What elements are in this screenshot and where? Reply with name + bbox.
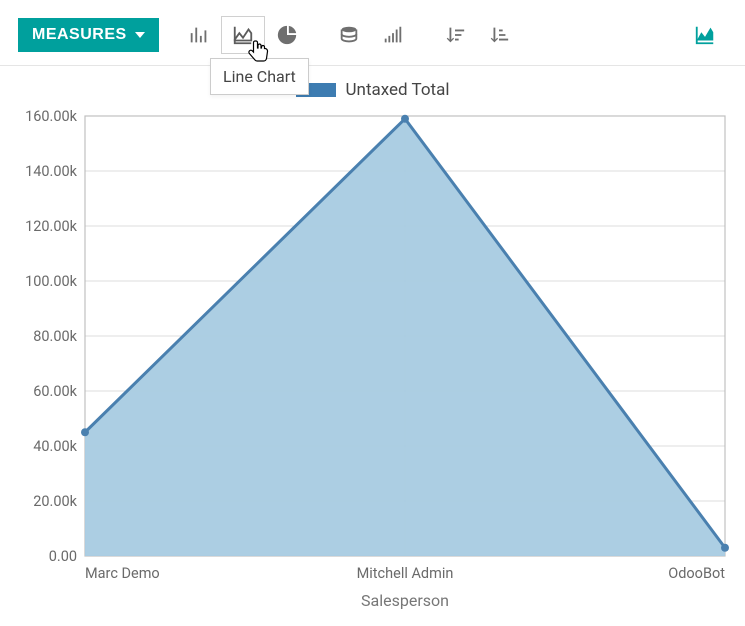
sort-asc-button[interactable] [477, 16, 521, 54]
line-chart-icon [232, 24, 254, 46]
svg-text:160.00k: 160.00k [25, 108, 78, 125]
sort-group [433, 16, 521, 54]
svg-text:120.00k: 120.00k [25, 218, 78, 235]
svg-text:0.00: 0.00 [49, 548, 77, 565]
bar-chart-icon [188, 24, 210, 46]
svg-text:Mitchell Admin: Mitchell Admin [357, 565, 454, 582]
measures-button[interactable]: MEASURES [18, 18, 159, 52]
signal-button[interactable] [371, 16, 415, 54]
sort-asc-icon [488, 24, 510, 46]
sort-desc-button[interactable] [433, 16, 477, 54]
measures-label: MEASURES [32, 26, 127, 44]
svg-text:140.00k: 140.00k [25, 163, 78, 180]
pie-chart-button[interactable] [265, 16, 309, 54]
area-chart-icon [694, 24, 716, 46]
legend-label: Untaxed Total [346, 80, 450, 100]
chart-type-group [177, 16, 309, 54]
svg-text:100.00k: 100.00k [25, 273, 78, 290]
chart-legend: Untaxed Total [0, 66, 745, 106]
bar-chart-button[interactable] [177, 16, 221, 54]
svg-text:60.00k: 60.00k [33, 383, 77, 400]
caret-down-icon [135, 32, 145, 38]
chart-area: 0.00 20.00k 40.00k 60.00k 80.00k 100.00k 120.0… [0, 106, 745, 626]
line-chart: 0.00 20.00k 40.00k 60.00k 80.00k 100.00k 120.0… [0, 106, 745, 626]
stack-button[interactable] [327, 16, 371, 54]
pie-chart-icon [276, 24, 298, 46]
stack-icon [338, 24, 360, 46]
line-chart-button[interactable] [221, 16, 265, 54]
svg-text:Marc Demo: Marc Demo [85, 565, 160, 582]
svg-text:OdooBot: OdooBot [668, 565, 725, 582]
svg-text:20.00k: 20.00k [33, 493, 77, 510]
signal-icon [382, 24, 404, 46]
svg-text:40.00k: 40.00k [33, 438, 77, 455]
svg-text:Salesperson: Salesperson [361, 591, 449, 610]
view-group [327, 16, 415, 54]
sort-desc-icon [444, 24, 466, 46]
area-chart-button[interactable] [683, 16, 727, 54]
toolbar: MEASURES Line Chart [0, 0, 745, 66]
line-chart-tooltip: Line Chart [210, 58, 309, 95]
svg-text:80.00k: 80.00k [33, 328, 77, 345]
